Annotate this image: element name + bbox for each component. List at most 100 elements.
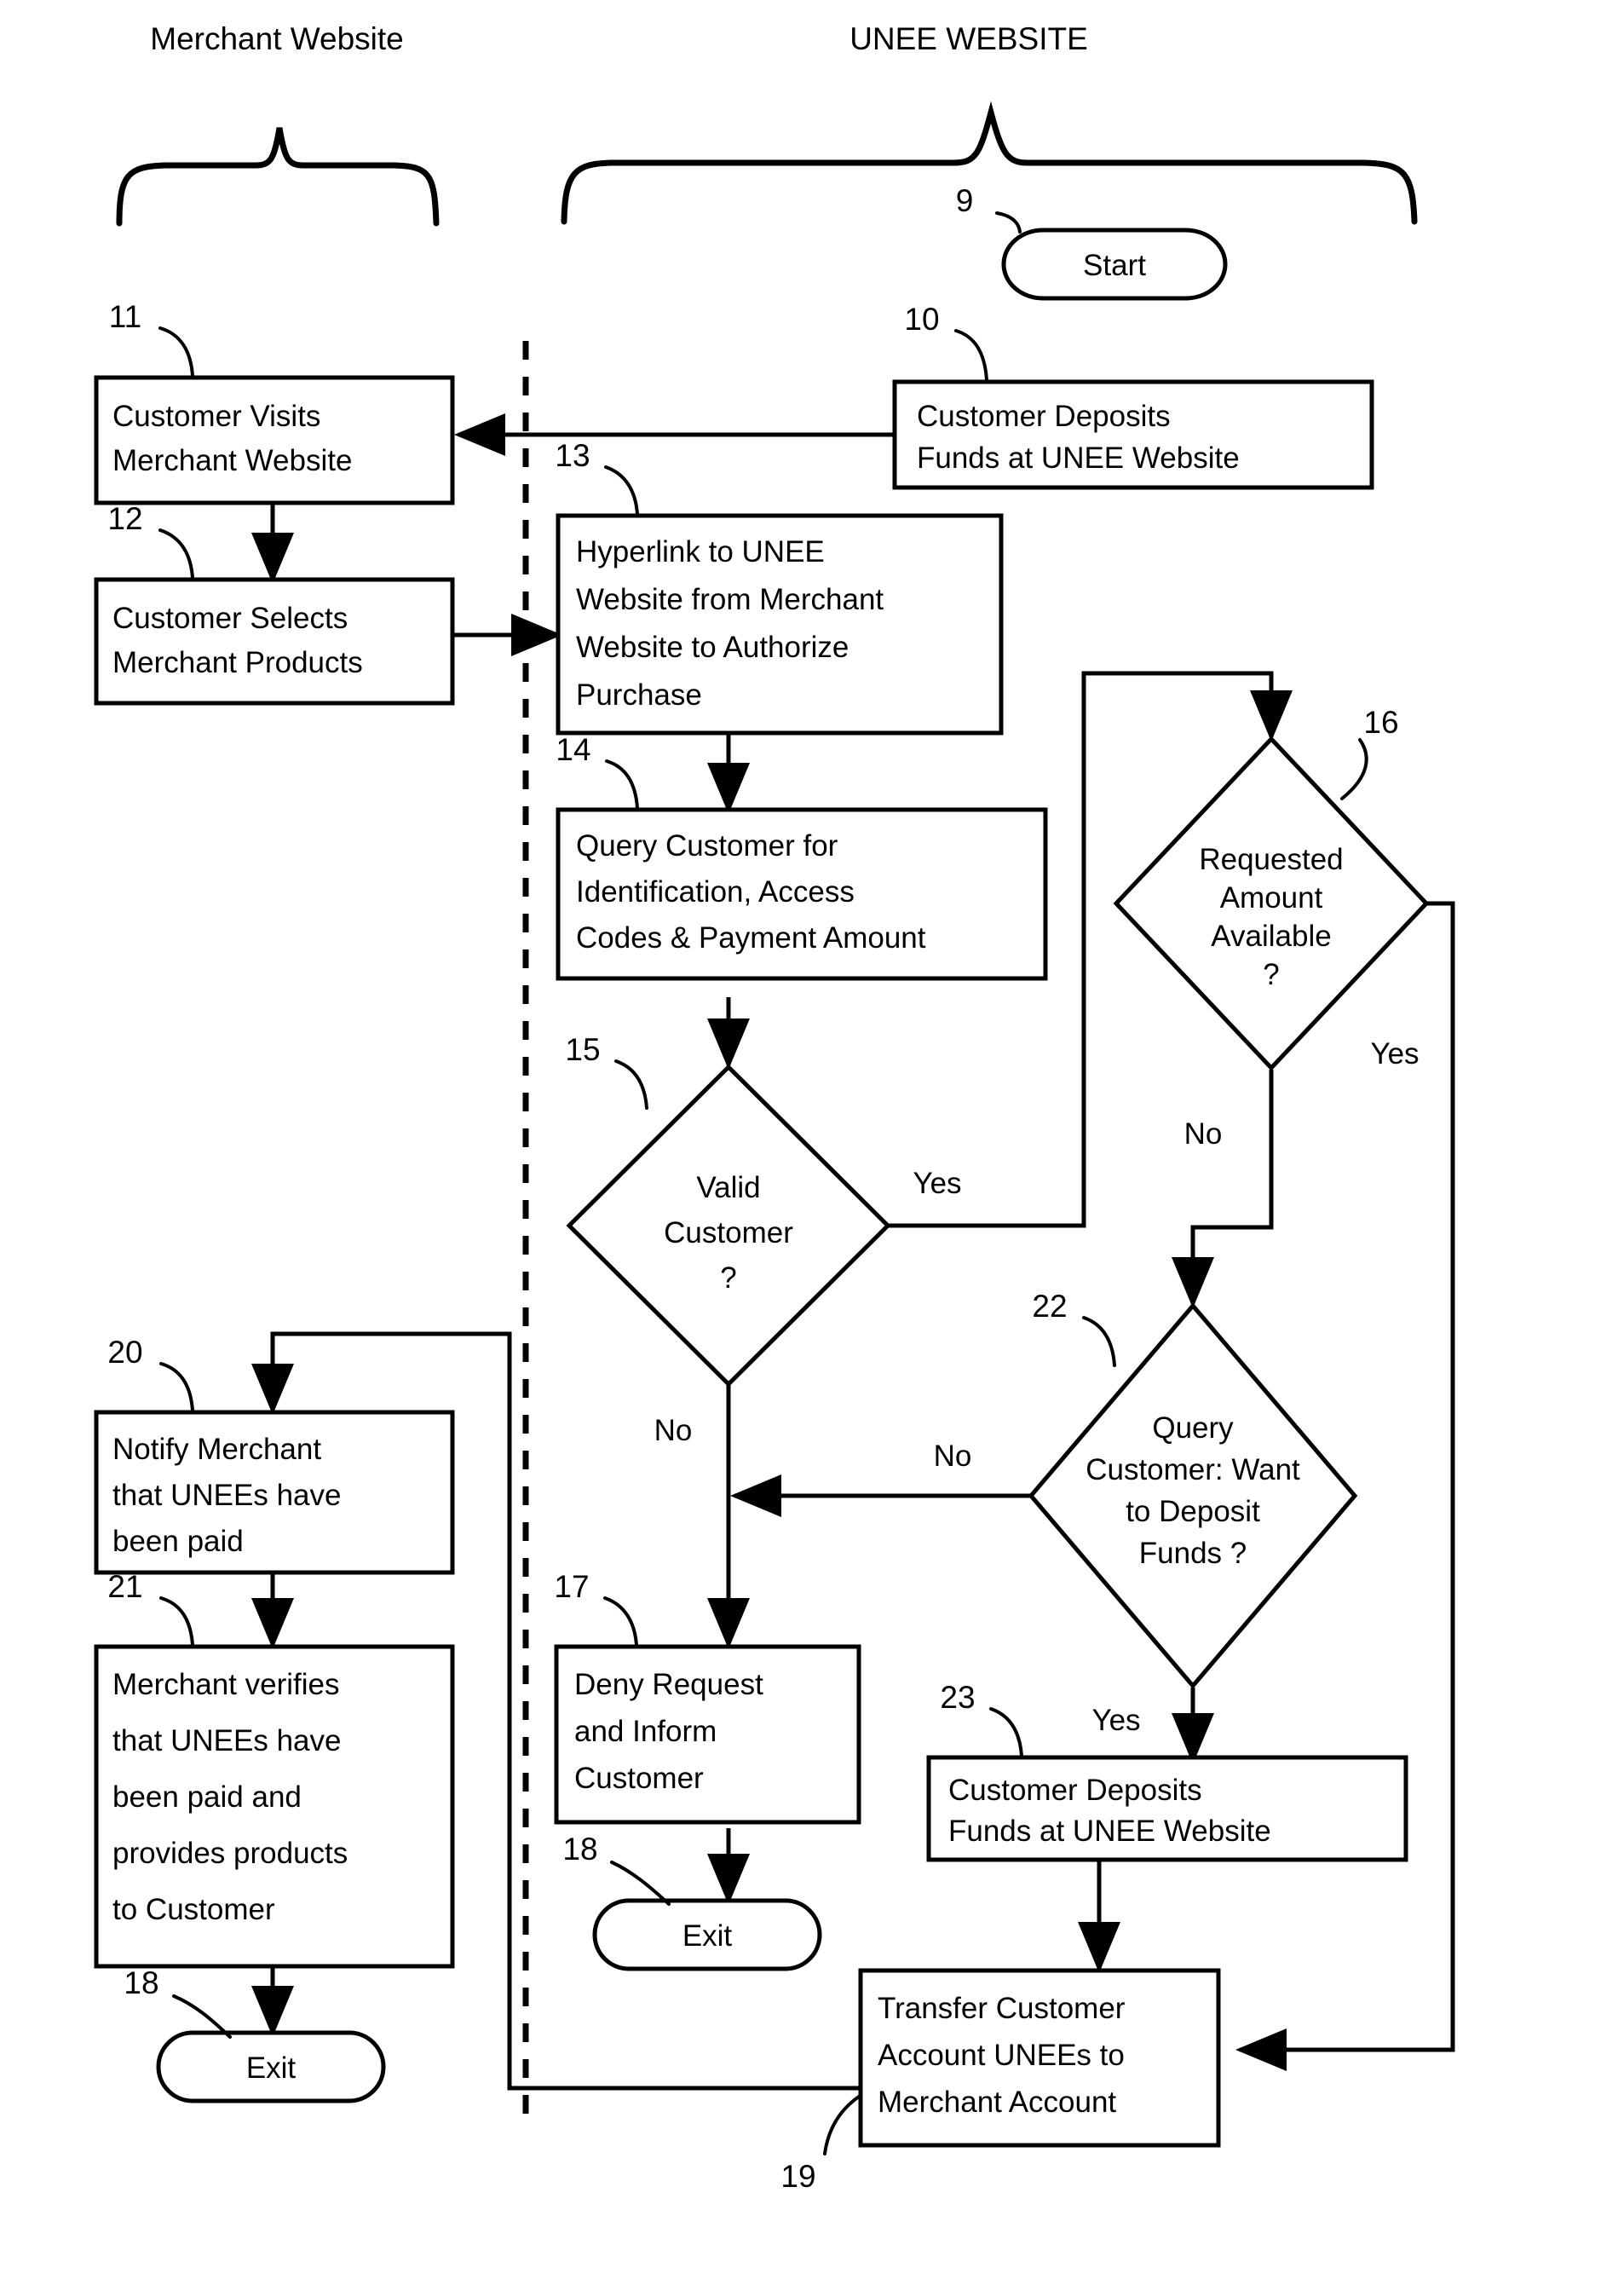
edge-label-deposit-query-yes: Yes <box>1091 1704 1140 1737</box>
node-10-customer-deposits-funds[interactable]: Customer Deposits Funds at UNEE Website <box>892 379 1374 490</box>
node-21-line2: that UNEEs have <box>112 1724 341 1757</box>
ref-label-17: 17 <box>554 1569 589 1604</box>
node-21-merchant-verifies[interactable]: Merchant verifies that UNEEs have been p… <box>94 1644 455 1969</box>
edge-label-deposit-query-no: No <box>934 1440 972 1473</box>
edge-amount-no-to-deposit-query <box>1172 1070 1274 1308</box>
ref-label-18-mid: 18 <box>562 1832 597 1867</box>
unee-website-brace <box>561 101 1418 225</box>
leader-19 <box>823 2095 861 2155</box>
node-16-requested-amount-available-decision[interactable]: Requested Amount Available ? <box>1113 736 1430 1071</box>
ref-label-10: 10 <box>904 302 939 337</box>
node-17-deny-request[interactable]: Deny Request and Inform Customer <box>554 1644 861 1825</box>
node-16-line4: ? <box>1263 958 1279 991</box>
node-exit-mid-label: Exit <box>682 1919 733 1953</box>
ref-label-18-left: 18 <box>124 1965 158 2000</box>
leader-15 <box>614 1059 648 1110</box>
unee-website-title: UNEE WEBSITE <box>849 21 1088 56</box>
edge-label-amount-available-no: No <box>1184 1117 1223 1151</box>
node-17-line3: Customer <box>574 1762 704 1795</box>
node-17-line1: Deny Request <box>574 1668 763 1701</box>
node-20-line1: Notify Merchant <box>112 1433 321 1466</box>
node-exit-left[interactable]: Exit <box>156 2030 386 2103</box>
node-22-deposit-query-decision[interactable]: Query Customer: Want to Deposit Funds ? <box>1028 1302 1358 1689</box>
node-19-line3: Merchant Account <box>878 2086 1116 2119</box>
node-22-line4: Funds ? <box>1139 1537 1247 1570</box>
merchant-website-brace <box>116 127 440 227</box>
ref-label-14: 14 <box>556 732 590 767</box>
ref-label-9: 9 <box>956 183 974 218</box>
ref-label-21: 21 <box>107 1569 142 1604</box>
node-19-line2: Account UNEEs to <box>878 2039 1125 2072</box>
node-14-query-customer[interactable]: Query Customer for Identification, Acces… <box>556 807 1048 981</box>
node-17-line2: and Inform <box>574 1715 717 1748</box>
leader-9 <box>995 211 1022 234</box>
node-19-transfer-unees[interactable]: Transfer Customer Account UNEEs to Merch… <box>858 1968 1221 2148</box>
leader-21 <box>159 1596 194 1647</box>
node-exit-left-label: Exit <box>246 2051 297 2085</box>
node-15-valid-customer-decision[interactable]: Valid Customer ? <box>566 1064 891 1388</box>
node-23-customer-deposits-funds[interactable]: Customer Deposits Funds at UNEE Website <box>926 1755 1408 1862</box>
leader-14 <box>605 759 639 810</box>
node-20-line2: that UNEEs have <box>112 1479 341 1512</box>
node-11-line1: Customer Visits <box>112 400 320 433</box>
ref-label-12: 12 <box>107 501 142 536</box>
ref-label-16: 16 <box>1363 705 1398 740</box>
leader-10 <box>954 329 988 382</box>
node-22-line2: Customer: Want <box>1086 1453 1300 1486</box>
flowchart-canvas: Start 9 Customer Deposits Funds at UNEE … <box>94 21 1455 2194</box>
node-16-line2: Amount <box>1220 881 1323 915</box>
leader-18-mid <box>610 1861 671 1906</box>
node-16-line3: Available <box>1211 920 1331 953</box>
leader-23 <box>989 1707 1023 1757</box>
node-13-line4: Purchase <box>576 678 702 712</box>
ref-label-15: 15 <box>565 1032 600 1067</box>
node-12-line1: Customer Selects <box>112 602 348 635</box>
merchant-website-title: Merchant Website <box>150 21 404 56</box>
edge-label-valid-customer-yes: Yes <box>913 1167 961 1200</box>
node-15-line3: ? <box>720 1261 736 1295</box>
node-11-line2: Merchant Website <box>112 444 352 477</box>
node-11-customer-visits-merchant-website[interactable]: Customer Visits Merchant Website <box>94 375 455 505</box>
node-20-line3: been paid <box>112 1525 244 1558</box>
leader-12 <box>158 528 194 580</box>
ref-label-23: 23 <box>940 1680 975 1715</box>
node-13-line1: Hyperlink to UNEE <box>576 535 825 568</box>
node-12-customer-selects-merchant-products[interactable]: Customer Selects Merchant Products <box>94 577 455 706</box>
edge-label-amount-available-yes: Yes <box>1370 1037 1419 1070</box>
node-15-line1: Valid <box>696 1171 760 1204</box>
node-14-line1: Query Customer for <box>576 829 838 863</box>
node-start[interactable]: Start <box>1001 228 1228 301</box>
node-21-line4: provides products <box>112 1837 348 1870</box>
node-22-line3: to Deposit <box>1126 1495 1260 1528</box>
node-13-line3: Website to Authorize <box>576 631 849 664</box>
leader-13 <box>604 465 639 516</box>
leader-16 <box>1340 738 1368 800</box>
leader-20 <box>159 1362 194 1412</box>
node-start-label: Start <box>1083 249 1146 282</box>
ref-label-22: 22 <box>1032 1289 1067 1324</box>
node-20-notify-merchant[interactable]: Notify Merchant that UNEEs have been pai… <box>94 1410 455 1575</box>
node-21-line3: been paid and <box>112 1780 302 1814</box>
ref-label-11: 11 <box>109 299 141 334</box>
leader-11 <box>158 326 194 378</box>
edge-label-valid-customer-no: No <box>654 1414 693 1447</box>
node-23-line2: Funds at UNEE Website <box>948 1815 1271 1848</box>
node-19-line1: Transfer Customer <box>878 1992 1126 2025</box>
node-15-line2: Customer <box>664 1216 793 1249</box>
node-14-line2: Identification, Access <box>576 875 855 909</box>
node-14-line3: Codes & Payment Amount <box>576 921 926 955</box>
node-23-line1: Customer Deposits <box>948 1774 1202 1807</box>
leader-17 <box>603 1596 638 1647</box>
ref-label-20: 20 <box>107 1335 142 1370</box>
node-12-line2: Merchant Products <box>112 646 363 679</box>
ref-label-13: 13 <box>555 438 590 473</box>
node-exit-mid[interactable]: Exit <box>592 1898 822 1971</box>
node-13-hyperlink-to-unee[interactable]: Hyperlink to UNEE Website from Merchant … <box>556 513 1004 736</box>
node-21-line1: Merchant verifies <box>112 1668 339 1701</box>
node-22-line1: Query <box>1152 1411 1234 1445</box>
leader-22 <box>1082 1316 1116 1367</box>
node-21-line5: to Customer <box>112 1893 275 1926</box>
node-13-line2: Website from Merchant <box>576 583 884 616</box>
node-10-line2: Funds at UNEE Website <box>917 441 1240 475</box>
flowchart-diagram: Start 9 Customer Deposits Funds at UNEE … <box>0 0 1624 2285</box>
